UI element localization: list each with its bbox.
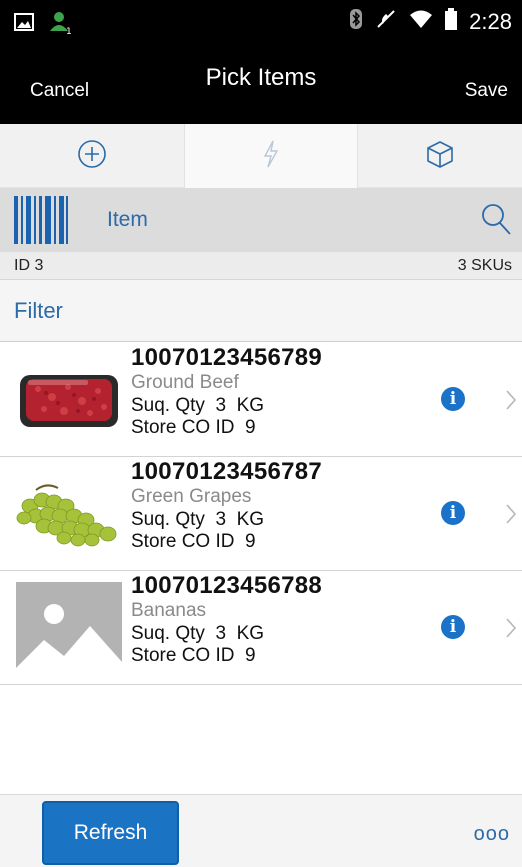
user-notification-icon: 1 (48, 9, 74, 40)
item-number: 10070123456789 (131, 344, 323, 371)
svg-text:1: 1 (66, 27, 72, 35)
tab-quick-pick[interactable] (184, 124, 358, 188)
mute-icon (375, 8, 397, 35)
bluetooth-icon (349, 8, 363, 35)
item-store-co-id: Store CO ID 9 (131, 417, 256, 438)
save-button[interactable]: Save (465, 80, 508, 102)
refresh-button[interactable]: Refresh (42, 801, 179, 865)
battery-icon (445, 8, 458, 35)
plus-circle-icon (77, 139, 107, 174)
chevron-right-icon (505, 503, 517, 530)
item-number: 10070123456787 (131, 458, 323, 485)
filter-label[interactable]: Filter (14, 298, 63, 324)
status-time: 2:28 (469, 8, 512, 34)
info-icon[interactable]: i (441, 387, 465, 411)
pick-id: ID 3 (14, 257, 44, 274)
list-item[interactable]: 10070123456787 Green Grapes Suq. Qty 3 K… (0, 457, 522, 571)
wifi-icon (409, 9, 433, 34)
status-bar: 1 2:28 (0, 0, 522, 44)
item-store-co-id: Store CO ID 9 (131, 645, 256, 666)
bottom-action-bar: Refresh ooo (0, 794, 522, 867)
item-scan-bar: Item (0, 188, 522, 252)
item-quantity: Suq. Qty 3 KG (131, 623, 265, 644)
search-icon[interactable] (480, 202, 512, 241)
item-number: 10070123456788 (131, 572, 323, 599)
box-icon (425, 139, 455, 174)
status-left-icons: 1 (14, 9, 74, 40)
item-details: 10070123456788 Bananas Suq. Qty 3 KG Sto… (131, 573, 322, 667)
placeholder-image-icon (16, 582, 122, 682)
app-header: Cancel Pick Items Save (0, 44, 522, 124)
tab-container[interactable] (358, 124, 522, 188)
summary-row: ID 3 3 SKUs (0, 252, 522, 280)
list-item[interactable]: 10070123456789 Ground Beef Suq. Qty 3 KG… (0, 343, 522, 457)
item-details: 10070123456789 Ground Beef Suq. Qty 3 KG… (131, 345, 322, 439)
more-options-button[interactable]: ooo (474, 823, 510, 846)
item-quantity: Suq. Qty 3 KG (131, 509, 265, 530)
item-name: Ground Beef (131, 372, 239, 393)
list-item[interactable]: 10070123456788 Bananas Suq. Qty 3 KG Sto… (0, 571, 522, 685)
tab-add[interactable] (0, 124, 184, 188)
chevron-right-icon (505, 389, 517, 416)
item-name: Green Grapes (131, 486, 252, 507)
ground-beef-image (16, 355, 122, 445)
info-icon[interactable]: i (441, 501, 465, 525)
green-grapes-image (16, 469, 122, 559)
filter-row[interactable]: Filter (0, 280, 522, 342)
barcode-icon[interactable] (14, 196, 68, 249)
item-scan-label[interactable]: Item (107, 208, 148, 232)
item-list: 10070123456789 Ground Beef Suq. Qty 3 KG… (0, 343, 522, 685)
tab-bar (0, 124, 522, 188)
item-quantity: Suq. Qty 3 KG (131, 395, 265, 416)
item-details: 10070123456787 Green Grapes Suq. Qty 3 K… (131, 459, 322, 553)
sku-count: 3 SKUs (457, 257, 512, 274)
image-notification-icon (14, 12, 34, 37)
cancel-button[interactable]: Cancel (30, 80, 89, 102)
chevron-right-icon (505, 617, 517, 644)
item-name: Bananas (131, 600, 207, 621)
item-store-co-id: Store CO ID 9 (131, 531, 256, 552)
status-right-icons: 2:28 (349, 8, 512, 35)
info-icon[interactable]: i (441, 615, 465, 639)
lightning-icon (261, 139, 281, 174)
